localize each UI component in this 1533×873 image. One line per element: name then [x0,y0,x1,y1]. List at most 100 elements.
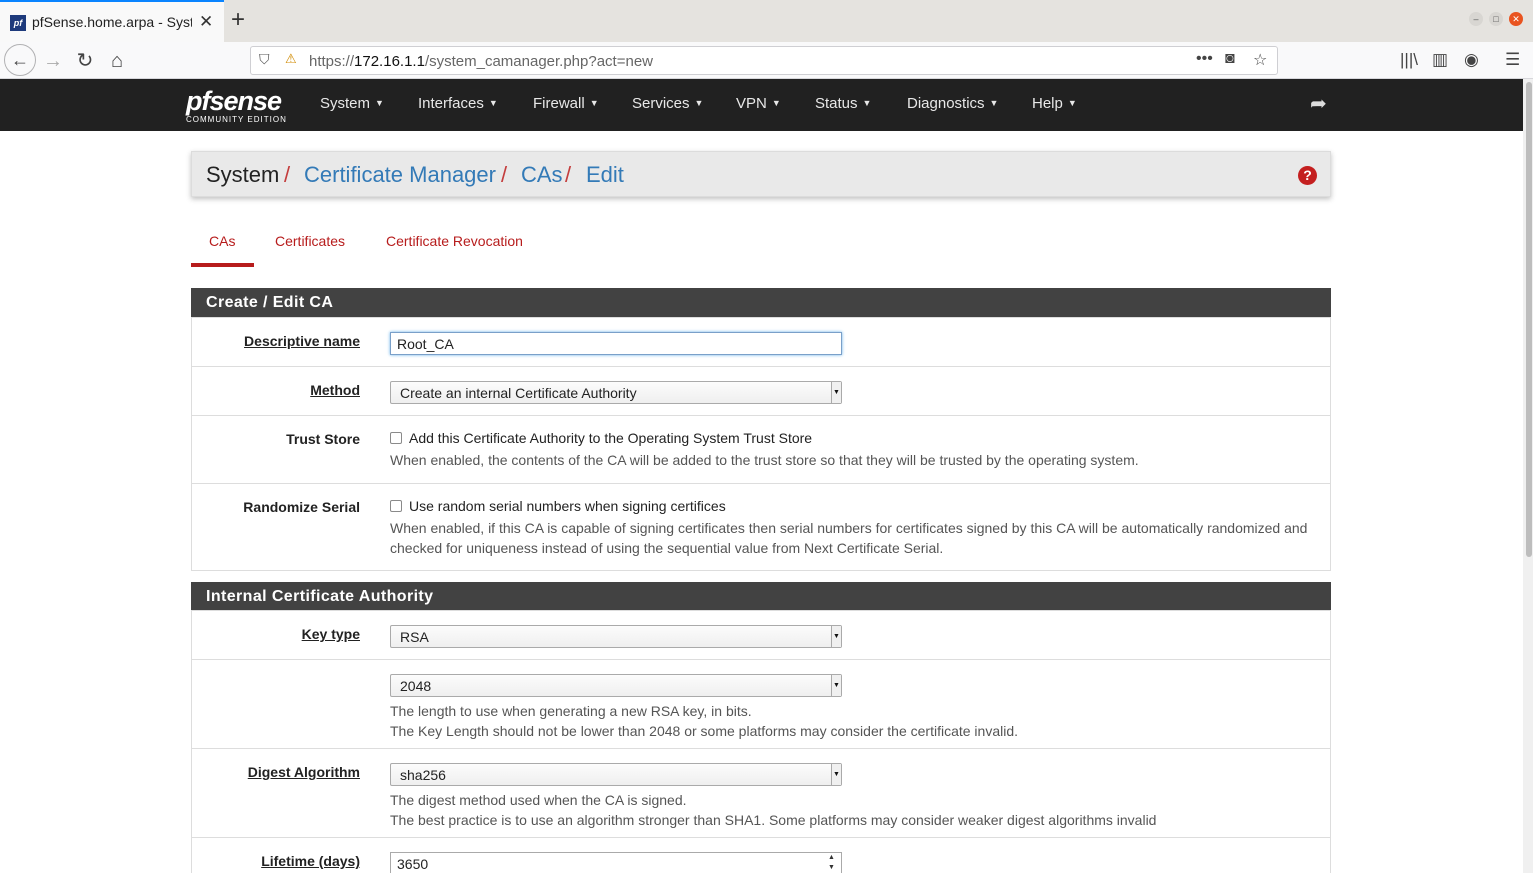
menu-status[interactable]: Status ▼ [815,95,871,112]
insecure-lock-icon[interactable]: ⚠ [285,51,297,67]
method-selected-value: Create an internal Certificate Authority [400,385,637,401]
breadcrumb: System / Certificate Manager / CAs / Edi… [191,151,1331,197]
back-arrow-icon[interactable]: ← [4,44,36,76]
randomize-serial-label: Randomize Serial [243,499,360,515]
tab-cas[interactable]: CAs [209,233,235,249]
caret-down-icon: ▼ [488,98,498,108]
menu-system-label: System [320,95,371,112]
reload-icon[interactable]: ↻ [70,46,100,76]
logout-icon[interactable]: ➦ [1310,91,1327,116]
digest-algorithm-label: Digest Algorithm [247,764,360,780]
page-scrollbar-thumb[interactable] [1526,82,1532,557]
bookmark-star-icon[interactable]: ☆ [1253,50,1267,70]
tab-certificates[interactable]: Certificates [275,233,345,249]
menu-system[interactable]: System ▼ [320,95,384,112]
menu-services[interactable]: Services ▼ [632,95,703,112]
window-minimize-icon[interactable]: – [1469,12,1483,26]
url-path: /system_camanager.php?act=new [424,53,653,70]
home-icon[interactable]: ⌂ [102,46,132,76]
browser-nav-bar: ← → ↻ ⌂ ⛉ ⚠ https://172.16.1.1/system_ca… [0,42,1533,79]
lifetime-label: Lifetime (days) [261,853,360,869]
tab-certificate-revocation[interactable]: Certificate Revocation [386,233,523,249]
menu-interfaces[interactable]: Interfaces ▼ [418,95,498,112]
internal-ca-panel: Key type RSA ▼ 2048 ▼ The length to use … [191,610,1331,873]
window-maximize-icon[interactable]: □ [1489,12,1503,26]
caret-down-icon: ▼ [771,98,781,108]
breadcrumb-separator: / [284,162,291,187]
key-length-help-line1: The length to use when generating a new … [390,703,752,719]
dropdown-arrow-icon: ▼ [831,675,841,696]
method-label: Method [310,382,360,398]
breadcrumb-separator: / [565,162,572,187]
menu-firewall-label: Firewall [533,95,585,112]
lifetime-value: 3650 [397,856,429,872]
breadcrumb-certificate-manager[interactable]: Certificate Manager [304,162,496,188]
account-icon[interactable]: ◉ [1464,50,1479,70]
breadcrumb-separator: / [501,162,508,187]
trust-store-checkbox[interactable] [390,432,402,444]
descriptive-name-row: Descriptive name Root_CA [192,318,1330,367]
hamburger-menu-icon[interactable]: ☰ [1505,50,1520,70]
breadcrumb-cas[interactable]: CAs [521,162,563,188]
sidebar-icon[interactable]: ▥ [1432,50,1448,70]
menu-vpn-label: VPN [736,95,767,112]
menu-help[interactable]: Help ▼ [1032,95,1077,112]
breadcrumb-system: System [206,162,280,187]
trust-store-help: When enabled, the contents of the CA wil… [390,452,1139,468]
shield-icon[interactable]: ⛉ [259,51,270,68]
pfsense-favicon-icon: pf [10,15,26,31]
caret-down-icon: ▼ [1067,98,1077,108]
internal-ca-heading: Internal Certificate Authority [191,582,1331,611]
menu-diagnostics[interactable]: Diagnostics ▼ [907,95,998,112]
dropdown-arrow-icon: ▼ [831,382,841,403]
forward-arrow-icon[interactable]: → [38,46,68,76]
active-tab-indicator [191,263,254,267]
lifetime-input[interactable]: 3650 ▲ ▼ [390,852,842,873]
caret-down-icon: ▼ [694,98,704,108]
randomize-serial-checkbox-label[interactable]: Use random serial numbers when signing c… [409,498,726,514]
caret-down-icon: ▼ [375,98,384,108]
key-type-selected-value: RSA [400,629,429,645]
pocket-icon[interactable]: ◙ [1225,50,1235,68]
caret-down-icon: ▼ [989,98,999,108]
digest-algorithm-row: Digest Algorithm sha256 ▼ The digest met… [192,749,1330,838]
pfsense-top-nav: pfsense COMMUNITY EDITION System ▼ Interf… [0,79,1523,131]
randomize-serial-row: Randomize Serial Use random serial numbe… [192,484,1330,571]
randomize-serial-help-line1: When enabled, if this CA is capable of s… [390,520,1308,536]
dropdown-arrow-icon: ▼ [831,764,841,785]
help-question-icon[interactable]: ? [1298,166,1317,185]
number-spinner-icon[interactable]: ▲ ▼ [826,853,837,873]
key-length-selected-value: 2048 [400,678,432,694]
trust-store-label: Trust Store [286,431,360,447]
window-close-icon[interactable]: ✕ [1509,12,1523,26]
digest-algorithm-select[interactable]: sha256 ▼ [390,763,842,786]
certificate-tabs: CAs Certificates Certificate Revocation [191,222,591,268]
randomize-serial-checkbox[interactable] [390,500,402,512]
trust-store-checkbox-label[interactable]: Add this Certificate Authority to the Op… [409,430,812,446]
logo-wordmark: pfsense [186,86,282,116]
caret-down-icon: ▼ [589,98,599,108]
descriptive-name-input[interactable]: Root_CA [390,332,842,355]
address-bar[interactable]: ⛉ ⚠ https://172.16.1.1/system_camanager.… [250,46,1278,75]
method-select[interactable]: Create an internal Certificate Authority… [390,381,842,404]
key-type-select[interactable]: RSA ▼ [390,625,842,648]
url-text[interactable]: https://172.16.1.1/system_camanager.php?… [309,53,653,70]
page-actions-icon[interactable]: ••• [1196,50,1213,68]
menu-firewall[interactable]: Firewall ▼ [533,95,599,112]
browser-tab[interactable]: pf pfSense.home.arpa - Syst ✕ [0,0,224,42]
caret-down-icon: ▼ [862,98,872,108]
menu-help-label: Help [1032,95,1063,112]
key-length-select[interactable]: 2048 ▼ [390,674,842,697]
new-tab-icon[interactable]: + [231,6,245,34]
digest-help-line1: The digest method used when the CA is si… [390,792,687,808]
breadcrumb-edit[interactable]: Edit [586,162,624,188]
key-length-row: 2048 ▼ The length to use when generating… [192,660,1330,749]
dropdown-arrow-icon: ▼ [831,626,841,647]
logo-subtitle: COMMUNITY EDITION [186,115,287,124]
pfsense-logo[interactable]: pfsense COMMUNITY EDITION [186,87,287,125]
menu-vpn[interactable]: VPN ▼ [736,95,781,112]
close-tab-icon[interactable]: ✕ [199,12,213,32]
library-icon[interactable]: |||\ [1400,50,1418,70]
key-type-row: Key type RSA ▼ [192,611,1330,660]
menu-services-label: Services [632,95,690,112]
